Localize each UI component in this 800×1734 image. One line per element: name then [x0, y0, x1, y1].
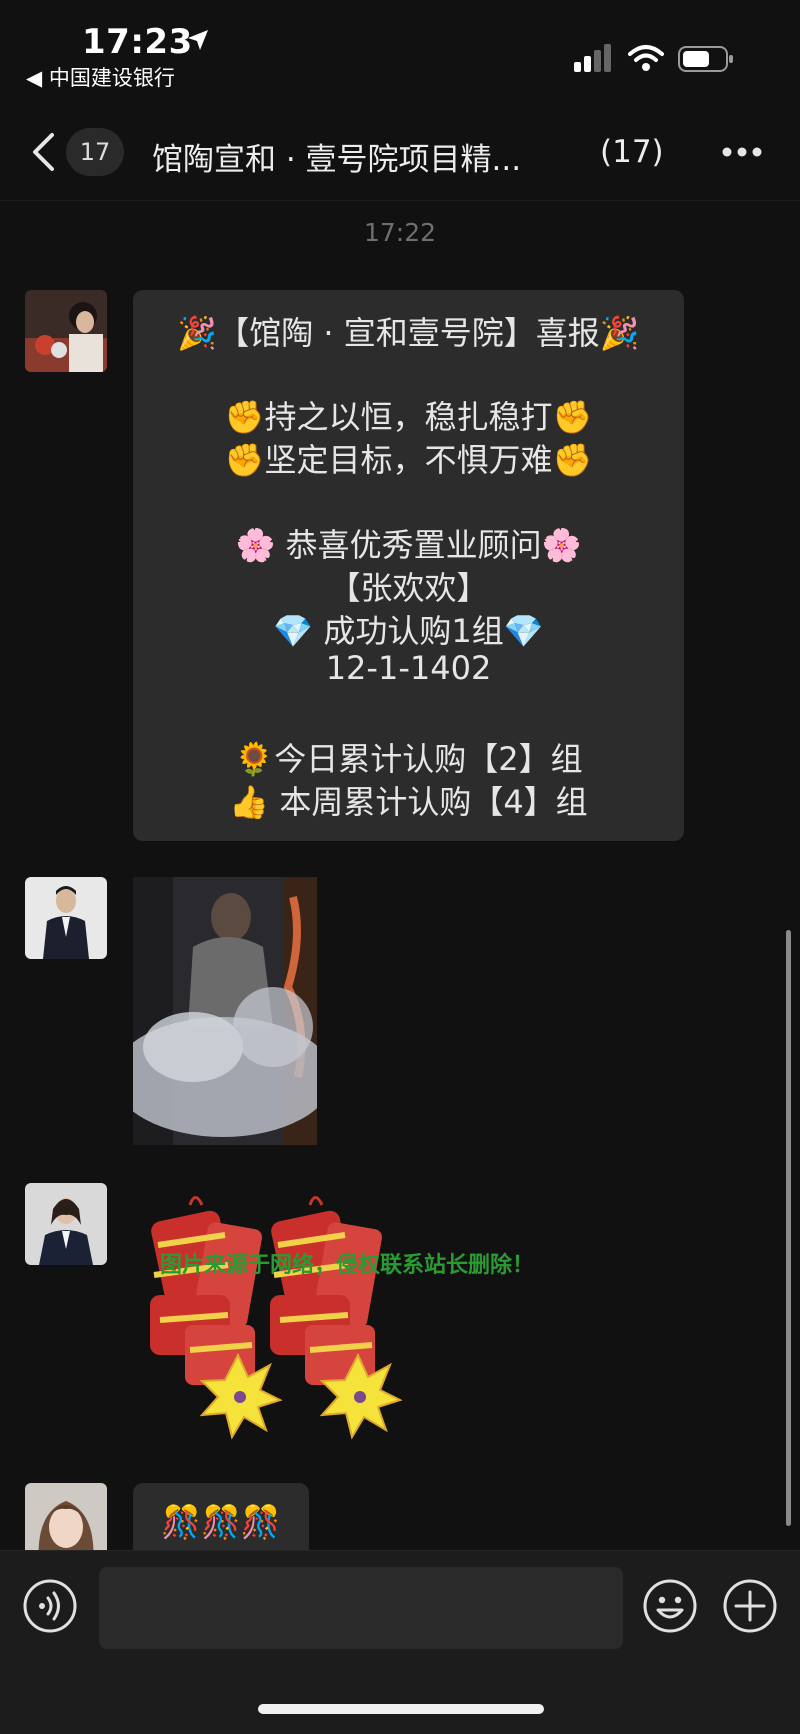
message-input[interactable]: [99, 1567, 623, 1649]
emoji-icon[interactable]: [642, 1578, 698, 1634]
back-to-app-link[interactable]: ◀ 中国建设银行: [26, 62, 175, 92]
status-bar: 17:23 ◀ 中国建设银行: [0, 0, 800, 100]
plus-icon[interactable]: [722, 1578, 778, 1634]
location-arrow-icon: [188, 30, 208, 50]
avatar[interactable]: [25, 877, 107, 959]
message-timestamp: 17:22: [363, 218, 437, 247]
home-indicator[interactable]: [258, 1704, 544, 1714]
avatar-photo: [25, 877, 107, 959]
announcement-line: 🎉【馆陶 · 宣和壹号院】喜报🎉: [177, 314, 640, 352]
announcement-line: 🌻今日累计认购【2】组: [234, 740, 583, 778]
voice-icon[interactable]: [22, 1578, 78, 1634]
video-thumbnail[interactable]: [133, 877, 317, 1145]
message-text: 🎊🎊🎊: [161, 1503, 281, 1541]
signal-icon: [574, 44, 611, 72]
chat-title[interactable]: 馆陶宣和 · 壹号院项目精...: [152, 134, 572, 179]
member-count: (17): [600, 134, 664, 170]
avatar[interactable]: [25, 290, 107, 372]
announcement-line: ✊持之以恒，稳扎稳打✊: [224, 398, 593, 436]
scrollbar[interactable]: [786, 930, 791, 1526]
battery-icon: [678, 46, 733, 72]
announcement-bubble[interactable]: 🎉【馆陶 · 宣和壹号院】喜报🎉 ✊持之以恒，稳扎稳打✊ ✊坚定目标，不惧万难✊…: [133, 290, 684, 841]
avatar[interactable]: [25, 1183, 107, 1265]
announcement-line: 12-1-1402: [325, 649, 492, 687]
video-frame: [133, 877, 317, 1145]
more-icon[interactable]: [722, 146, 762, 158]
announcement-line: 👍 本周累计认购【4】组: [229, 783, 588, 821]
back-chevron-icon[interactable]: [30, 132, 56, 172]
avatar-photo: [25, 290, 107, 372]
unread-count-badge[interactable]: 17: [66, 128, 124, 176]
wifi-icon: [628, 45, 664, 71]
avatar-photo: [25, 1183, 107, 1265]
watermark-text: 图片来源于网络，侵权联系站长删除！: [160, 1253, 535, 1278]
announcement-line: 🌸 恭喜优秀置业顾问🌸: [235, 526, 582, 564]
announcement-line: 💎 成功认购1组💎: [273, 612, 544, 650]
status-time: 17:23: [82, 22, 193, 62]
firecracker-sticker[interactable]: [140, 1185, 410, 1445]
announcement-line: ✊坚定目标，不惧万难✊: [224, 441, 593, 479]
announcement-line: 【张欢欢】: [328, 569, 489, 607]
